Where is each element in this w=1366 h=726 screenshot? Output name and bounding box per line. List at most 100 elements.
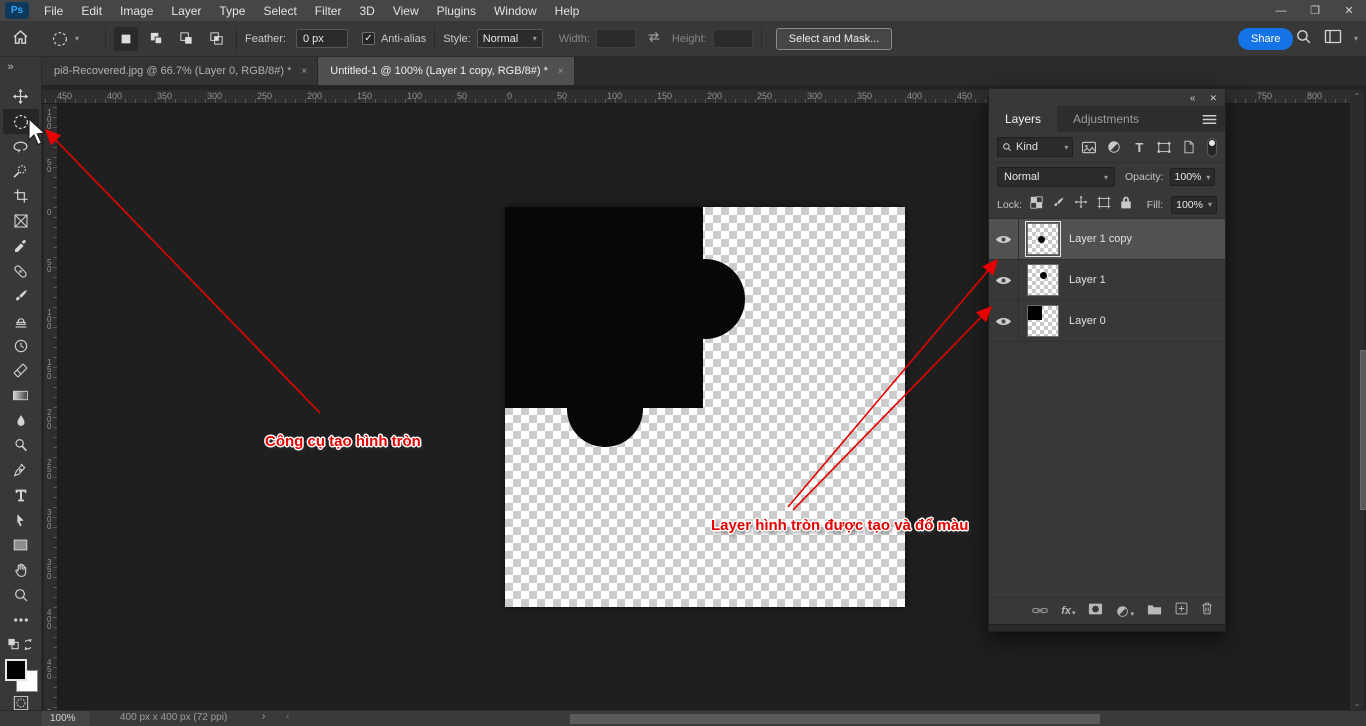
- intersect-selection-button[interactable]: [204, 27, 228, 51]
- layer-name[interactable]: Layer 1: [1069, 274, 1106, 286]
- home-icon[interactable]: [12, 29, 29, 49]
- eyedropper-tool[interactable]: [3, 234, 39, 259]
- layer-row[interactable]: Layer 0: [989, 301, 1225, 342]
- scroll-down-icon[interactable]: ⌄: [1350, 699, 1364, 708]
- filter-toggle-switch[interactable]: [1207, 138, 1217, 157]
- select-and-mask-button[interactable]: Select and Mask...: [776, 28, 893, 50]
- new-layer-icon[interactable]: [1175, 602, 1188, 620]
- new-group-icon[interactable]: [1147, 602, 1162, 620]
- filter-shape-layers-icon[interactable]: [1155, 141, 1173, 154]
- minimize-button[interactable]: —: [1264, 0, 1298, 21]
- filter-adjustment-layers-icon[interactable]: [1105, 140, 1123, 154]
- restore-button[interactable]: ❐: [1298, 0, 1332, 21]
- share-button[interactable]: Share: [1238, 28, 1293, 50]
- menu-item-plugins[interactable]: Plugins: [428, 0, 485, 21]
- menu-item-image[interactable]: Image: [111, 0, 162, 21]
- panel-menu-icon[interactable]: [1202, 112, 1217, 130]
- scroll-up-icon[interactable]: ⌃: [1350, 92, 1364, 101]
- search-icon[interactable]: [1295, 28, 1312, 48]
- zoom-tool[interactable]: [3, 582, 39, 607]
- blend-mode-select[interactable]: Normal ▾: [997, 167, 1115, 187]
- hscroll-left-icon[interactable]: ‹: [286, 711, 289, 722]
- filter-type-layers-icon[interactable]: T: [1130, 140, 1148, 155]
- layer-thumbnail[interactable]: [1027, 264, 1059, 296]
- foreground-color-swatch[interactable]: [5, 659, 27, 681]
- menu-item-select[interactable]: Select: [254, 0, 305, 21]
- pen-tool[interactable]: [3, 458, 39, 483]
- swap-colors-button[interactable]: [3, 632, 39, 657]
- link-layers-icon[interactable]: [1032, 602, 1048, 620]
- gradient-tool[interactable]: [3, 383, 39, 408]
- history-brush-tool[interactable]: [3, 333, 39, 358]
- visibility-toggle[interactable]: [989, 219, 1019, 259]
- add-layer-mask-icon[interactable]: [1088, 602, 1103, 620]
- panel-close-button[interactable]: ✕: [1209, 93, 1217, 104]
- layer-row[interactable]: Layer 1: [989, 260, 1225, 301]
- status-expand-chevron[interactable]: ›: [262, 711, 265, 722]
- menu-item-3d[interactable]: 3D: [350, 0, 383, 21]
- layer-effects-button[interactable]: fx▾: [1061, 605, 1075, 617]
- filter-pixel-layers-icon[interactable]: [1080, 141, 1098, 154]
- crop-tool[interactable]: [3, 184, 39, 209]
- document-tab-1[interactable]: pi8-Recovered.jpg @ 66.7% (Layer 0, RGB/…: [42, 57, 318, 85]
- canvas[interactable]: [505, 207, 905, 607]
- panel-collapse-button[interactable]: «: [1190, 93, 1196, 104]
- menu-item-layer[interactable]: Layer: [162, 0, 210, 21]
- menu-item-help[interactable]: Help: [546, 0, 589, 21]
- ellipse-marquee-tool[interactable]: [3, 109, 39, 134]
- subtract-from-selection-button[interactable]: [174, 27, 198, 51]
- kind-filter-select[interactable]: Kind ▾: [997, 137, 1073, 157]
- dodge-tool[interactable]: [3, 433, 39, 458]
- lock-pixels-icon[interactable]: [1052, 196, 1065, 214]
- move-tool[interactable]: [3, 84, 39, 109]
- menu-item-type[interactable]: Type: [210, 0, 254, 21]
- lock-transparency-icon[interactable]: [1030, 196, 1043, 214]
- layer-name[interactable]: Layer 1 copy: [1069, 233, 1132, 245]
- delete-layer-icon[interactable]: [1201, 602, 1213, 620]
- fill-input[interactable]: 100% ▾: [1171, 196, 1217, 214]
- blur-tool[interactable]: [3, 408, 39, 433]
- swap-dimensions-icon[interactable]: [646, 30, 662, 47]
- tab-close-icon[interactable]: ×: [558, 66, 564, 77]
- tab-adjustments[interactable]: Adjustments: [1057, 106, 1155, 132]
- frame-tool[interactable]: [3, 209, 39, 234]
- eraser-tool[interactable]: [3, 358, 39, 383]
- type-tool[interactable]: [3, 483, 39, 508]
- lasso-tool[interactable]: [3, 134, 39, 159]
- menu-item-edit[interactable]: Edit: [72, 0, 111, 21]
- menu-item-view[interactable]: View: [384, 0, 428, 21]
- lock-position-icon[interactable]: [1074, 195, 1088, 214]
- brush-tool[interactable]: [3, 284, 39, 309]
- feather-input[interactable]: 0 px: [296, 29, 348, 48]
- layer-thumbnail[interactable]: [1027, 305, 1059, 337]
- antialias-checkbox[interactable]: ✓: [362, 32, 375, 45]
- tab-close-icon[interactable]: ×: [301, 66, 307, 77]
- color-swatches[interactable]: [3, 659, 39, 694]
- active-tool-preview[interactable]: ▾: [51, 30, 97, 48]
- healing-brush-tool[interactable]: [3, 259, 39, 284]
- chevron-down-icon[interactable]: ▾: [1354, 34, 1358, 43]
- visibility-toggle[interactable]: [989, 260, 1019, 300]
- shape-tool[interactable]: [3, 533, 39, 558]
- new-selection-button[interactable]: [114, 27, 138, 51]
- add-to-selection-button[interactable]: [144, 27, 168, 51]
- clone-stamp-tool[interactable]: [3, 309, 39, 334]
- filter-smart-objects-icon[interactable]: [1180, 140, 1198, 154]
- new-adjustment-layer-icon[interactable]: ▾: [1116, 605, 1134, 618]
- more-tools-button[interactable]: [3, 607, 39, 632]
- width-input[interactable]: [596, 29, 636, 48]
- vertical-scrollbar[interactable]: ⌃ ⌄: [1350, 90, 1364, 710]
- menu-item-file[interactable]: File: [35, 0, 72, 21]
- lock-artboard-icon[interactable]: [1097, 196, 1111, 214]
- quick-selection-tool[interactable]: [3, 159, 39, 184]
- height-input[interactable]: [713, 29, 753, 48]
- layer-thumbnail[interactable]: [1027, 223, 1059, 255]
- close-button[interactable]: ✕: [1332, 0, 1366, 21]
- workspace-icon[interactable]: [1324, 29, 1342, 47]
- vertical-scrollbar-thumb[interactable]: [1360, 350, 1366, 510]
- horizontal-scrollbar-thumb[interactable]: [570, 714, 1100, 724]
- tab-layers[interactable]: Layers: [989, 106, 1057, 132]
- menu-item-filter[interactable]: Filter: [306, 0, 351, 21]
- style-select[interactable]: Normal ▾: [477, 29, 543, 48]
- toolbar-expand-button[interactable]: »: [0, 57, 42, 77]
